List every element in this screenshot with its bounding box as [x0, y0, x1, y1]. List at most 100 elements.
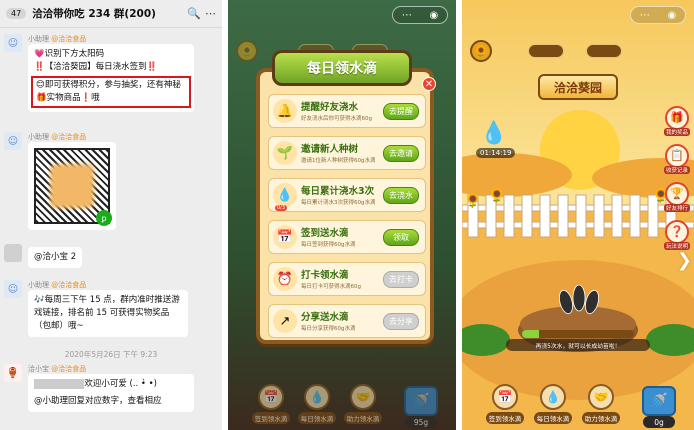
close-icon[interactable]: ✕ — [422, 77, 436, 91]
task-title: 签到送水滴 — [301, 228, 349, 239]
task-row: 📅 签到送水滴 每日签到获得60g水滴 领取 — [268, 220, 426, 254]
growth-progress-bar — [522, 330, 634, 338]
bottom-label[interactable]: 助力领水滴 — [582, 412, 620, 424]
modal-title: 每日领水滴 — [272, 50, 412, 86]
side-button[interactable]: 🏆 好友排行 — [664, 182, 690, 216]
side-button-icon: ❓ — [665, 220, 689, 244]
message-line: ‼️【洽洽葵园】每日浇水签到‼️ — [34, 62, 158, 72]
ticket-counter — [586, 44, 622, 58]
message-bubble[interactable]: @洽小宝 2 — [28, 247, 83, 268]
next-arrow-icon[interactable]: ❯ — [677, 250, 692, 271]
search-icon[interactable]: 🔍 — [187, 7, 201, 20]
garden-scene: 🌻🌻🌻🌻 — [462, 0, 694, 430]
message-bubble[interactable]: 💗识别下方太阳码 ‼️【洽洽葵园】每日浇水签到‼️ 😊即可获得积分，参与抽奖，还… — [28, 44, 194, 112]
task-description: 邀请1位新人种树获得60g水滴 — [301, 158, 376, 164]
side-button-label: 我的奖品 — [664, 128, 690, 136]
task-description: 每日累计浇水3次获得60g水滴 — [301, 200, 376, 206]
help-icon[interactable]: 🤝 — [588, 384, 614, 410]
task-row: ↗ 分享送水滴每日分享获得60g水滴 去分享 — [268, 304, 426, 338]
garden-title: 洽洽葵园 — [538, 74, 618, 100]
chat-title: 洽洽带你吃 234 群(200) — [32, 8, 156, 20]
sender-tag: @洽洽食品 — [51, 35, 87, 43]
side-button-icon: 🏆 — [665, 182, 689, 206]
sunflower-coin-icon: 🌻 — [236, 40, 258, 62]
menu-icon[interactable]: ⋯ — [402, 10, 412, 21]
avatar[interactable]: 🏺 — [4, 364, 22, 382]
message-1: ☺ 小助理 @洽洽食品 💗识别下方太阳码 ‼️【洽洽葵园】每日浇水签到‼️ 😊即… — [4, 34, 218, 126]
task-icon: 🔔 — [273, 99, 297, 123]
task-action-button[interactable]: 去打卡 — [383, 271, 419, 288]
avatar[interactable]: ☺ — [4, 280, 22, 298]
task-description: 每日打卡可获得水滴60g — [301, 284, 361, 290]
daily-icon[interactable]: 💧 — [540, 384, 566, 410]
back-button[interactable]: 47 — [6, 8, 27, 19]
message-line: 💗识别下方太阳码 — [34, 49, 105, 59]
avatar[interactable] — [4, 244, 22, 262]
task-title: 每日累计浇水3次 — [301, 186, 375, 197]
sender-label: 小助理 — [28, 35, 49, 43]
checkin-icon[interactable]: 📅 — [258, 384, 284, 410]
close-circle-icon[interactable]: ◉ — [429, 10, 438, 21]
side-button[interactable]: 📋 收获记录 — [664, 144, 690, 178]
watering-can-icon[interactable]: 🚿 — [404, 386, 438, 416]
bottom-label[interactable]: 每日领水滴 — [298, 412, 336, 424]
task-title: 打卡领水滴 — [301, 270, 349, 281]
progress-text: 再浇5次水，就可以长成幼苗啦！ — [506, 339, 650, 351]
sender-label: 小助理 — [28, 281, 49, 289]
message-line: xxxxxxxxxx欢迎小可爱 (.. •̀ •) — [34, 378, 188, 391]
task-description: 每日分享获得60g水滴 — [301, 326, 356, 332]
sender-tag: @洽洽食品 — [51, 133, 87, 141]
message-bubble[interactable]: 🎶每周三下午 15 点，群内准时推送游戏链接，排名前 15 可获得实物奖品（包邮… — [28, 290, 188, 337]
message-2: ☺ 小助理 @洽洽食品 ꝑ — [4, 132, 218, 232]
qr-code-image[interactable]: ꝑ — [28, 142, 116, 230]
task-icon: 🌱 — [273, 141, 297, 165]
side-button-label: 玩法说明 — [664, 242, 690, 250]
menu-icon[interactable]: ⋯ — [640, 10, 650, 21]
task-icon: ↗ — [273, 309, 297, 333]
message-5: 🏺 洽小宝 @洽洽食品 xxxxxxxxxx欢迎小可爱 (.. •̀ •) @小… — [4, 364, 218, 430]
task-action-button[interactable]: 领取 — [383, 229, 419, 246]
side-button[interactable]: 🎁 我的奖品 — [664, 106, 690, 140]
bottom-label[interactable]: 签到领水滴 — [252, 412, 290, 424]
avatar[interactable]: ☺ — [4, 132, 22, 150]
close-circle-icon[interactable]: ◉ — [667, 10, 676, 21]
seed-counter — [528, 44, 564, 58]
side-button-label: 收获记录 — [664, 166, 690, 174]
avatar[interactable]: ☺ — [4, 34, 22, 52]
task-action-button[interactable]: 去分享 — [383, 313, 419, 330]
side-button[interactable]: ❓ 玩法说明 — [664, 220, 690, 254]
more-icon[interactable]: ⋯ — [205, 7, 216, 20]
task-description: 好友浇水后你可获得水滴60g — [301, 116, 372, 122]
bottom-label[interactable]: 每日领水滴 — [534, 412, 572, 424]
help-icon[interactable]: 🤝 — [350, 384, 376, 410]
message-bubble[interactable]: xxxxxxxxxx欢迎小可爱 (.. •̀ •) @小助理回复对应数字，查看相… — [28, 374, 194, 412]
daily-icon[interactable]: 💧 — [304, 384, 330, 410]
daily-water-modal: 🔔 提醒好友浇水 好友浇水后你可获得水滴60g 去提醒 🌱 邀请新人种树 邀请1位新人种树获… — [256, 68, 434, 344]
message-3: @洽小宝 2 — [4, 244, 218, 268]
watering-can-icon[interactable]: 🚿 — [642, 386, 676, 416]
task-icon: ⏰ — [273, 267, 297, 291]
task-action-button[interactable]: 去邀请 — [383, 145, 419, 162]
bottom-label[interactable]: 助力领水滴 — [344, 412, 382, 424]
capsule-buttons: ⋯ ◉ — [630, 6, 686, 24]
sender-label: 小助理 — [28, 133, 49, 141]
highlighted-text: 😊即可获得积分，参与抽奖，还有神秘🎁实物商品❗哦 — [31, 76, 191, 108]
progress-fill — [522, 330, 539, 338]
task-action-button[interactable]: 去浇水 — [383, 187, 419, 204]
task-row: ⏰ 打卡领水滴每日打卡可获得水滴60g 去打卡 — [268, 262, 426, 296]
message-4: ☺ 小助理 @洽洽食品 🎶每周三下午 15 点，群内准时推送游戏链接，排名前 1… — [4, 280, 218, 340]
sunflower-coin-icon[interactable]: 🌻 — [470, 40, 492, 62]
chat-panel: 47 洽洽带你吃 234 群(200) 🔍 ⋯ ☺ 小助理 @洽洽食品 💗识别下… — [0, 0, 222, 430]
checkin-icon[interactable]: 📅 — [492, 384, 518, 410]
task-action-button[interactable]: 去提醒 — [383, 103, 419, 120]
bottom-bar: 📅 签到领水滴 💧 每日领水滴 🤝 助力领水滴 🚿 95g — [228, 374, 456, 430]
water-drop-icon[interactable]: 💧 — [478, 116, 510, 150]
task-row: 🔔 提醒好友浇水 好友浇水后你可获得水滴60g 去提醒 — [268, 94, 426, 128]
task-title: 分享送水滴 — [301, 312, 349, 323]
redacted-text: xxxxxxxxxx — [34, 379, 85, 389]
chat-header: 47 洽洽带你吃 234 群(200) 🔍 ⋯ — [0, 0, 222, 28]
sender-name: 小助理 @洽洽食品 — [28, 280, 86, 290]
side-button-icon: 🎁 — [665, 106, 689, 130]
bottom-bar: 📅 签到领水滴 💧 每日领水滴 🤝 助力领水滴 🚿 0g — [462, 374, 694, 430]
bottom-label[interactable]: 签到领水滴 — [486, 412, 524, 424]
